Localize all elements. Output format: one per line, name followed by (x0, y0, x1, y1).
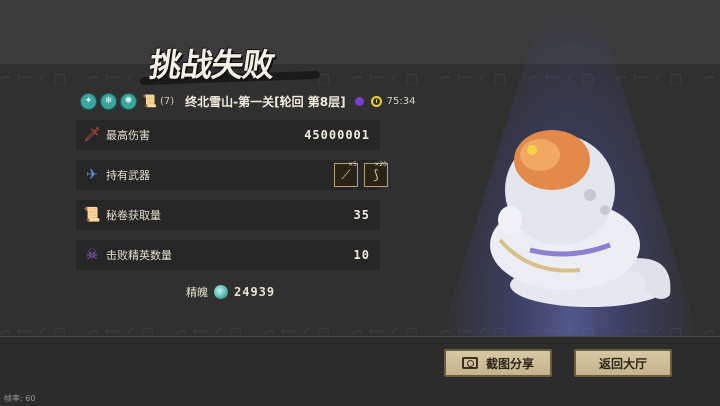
scroll-icon: 📜 (142, 94, 157, 108)
stat-label: 持有武器 (106, 169, 150, 182)
stage-name: 终北雪山-第一关[轮回 第8层] (185, 94, 346, 109)
stat-label: 秘卷获取量 (106, 209, 161, 222)
difficulty-icon (354, 96, 364, 106)
soul-value: 24939 (234, 285, 276, 299)
bow-icon[interactable]: ⟆ ×20 (364, 161, 388, 187)
stat-value: 45000001 (304, 128, 370, 142)
stat-elites: ☠ 击败精英数量 10 (76, 240, 380, 270)
scroll-icon: 📜 (83, 207, 101, 223)
soul-gem-icon (214, 285, 228, 299)
camera-icon (461, 357, 478, 369)
stat-label: 击败精英数量 (106, 249, 172, 262)
elapsed-time: 75:34 (386, 95, 416, 107)
damage-icon: 🗡 (83, 127, 101, 143)
elite-skull-icon: ☠ (85, 247, 99, 263)
page-title: 挑战失败 (147, 46, 277, 84)
lobby-button-label: 返回大厅 (598, 356, 647, 371)
skill-chip-icon: ❄ (100, 92, 117, 110)
return-lobby-button[interactable]: 返回大厅 (574, 349, 672, 377)
skill-chip-icon: ✺ (120, 92, 137, 110)
share-button-label: 截图分享 (485, 356, 534, 371)
soul-label: 精魄 (186, 286, 208, 299)
snow-lion-character (490, 130, 671, 307)
weapon-icon: ✈ (86, 167, 98, 183)
stat-max-damage: 🗡 最高伤害 45000001 (76, 120, 380, 150)
stat-label: 最高伤害 (106, 129, 150, 142)
stat-scrolls: 📜 秘卷获取量 35 (76, 200, 380, 230)
stat-value: 10 (353, 248, 370, 262)
fps-counter: 帧率: 60 (4, 394, 36, 403)
clock-icon (370, 95, 382, 107)
stat-value: 35 (353, 208, 370, 222)
scroll-count: (7) (159, 95, 175, 107)
spear-icon[interactable]: ⟋ ×5 (334, 161, 358, 187)
stat-weapons: ✈ 持有武器 ⟋ ×5 ⟆ ×20 (76, 160, 388, 190)
soul-reward: 精魄 24939 (186, 284, 275, 300)
stage-info: ✦ ❄ ✺ 📜 (7) 终北雪山-第一关[轮回 第8层] 75:34 (80, 92, 415, 110)
skill-chip-icon: ✦ (80, 92, 97, 110)
screenshot-share-button[interactable]: 截图分享 (444, 349, 552, 377)
